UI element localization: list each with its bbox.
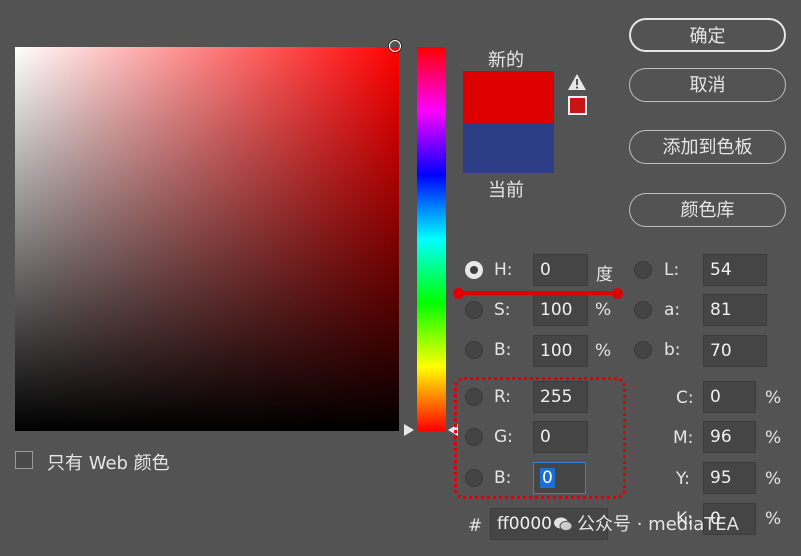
magenta-label: M:: [673, 428, 694, 448]
magenta-unit: %: [765, 428, 782, 448]
saturation-unit: %: [595, 300, 612, 320]
add-to-swatches-button[interactable]: 添加到色板: [629, 130, 786, 164]
color-libraries-button[interactable]: 颜色库: [629, 193, 786, 227]
wechat-icon: [554, 517, 573, 532]
brightness-unit: %: [595, 341, 612, 361]
hue-slider-left-arrow-icon[interactable]: [404, 424, 414, 436]
lab-a-input[interactable]: 81: [703, 294, 767, 326]
gamut-warning-icon[interactable]: [567, 73, 587, 91]
new-color-label: 新的: [488, 50, 524, 71]
yellow-input[interactable]: 95: [703, 462, 756, 494]
lab-b-radio[interactable]: [634, 341, 652, 359]
gamut-corrected-swatch[interactable]: [568, 96, 587, 115]
lab-a-radio[interactable]: [634, 301, 652, 319]
cyan-unit: %: [765, 388, 782, 408]
watermark-text: 公众号 · mediaTEA: [577, 514, 739, 535]
yellow-unit: %: [765, 469, 782, 489]
hex-label: #: [468, 516, 483, 536]
highlight-line-end-dot: [612, 288, 623, 299]
web-only-label: 只有 Web 颜色: [47, 453, 170, 474]
lab-l-radio[interactable]: [634, 261, 652, 279]
yellow-label: Y:: [676, 469, 690, 489]
hue-unit: 度: [596, 265, 613, 285]
lab-l-label: L:: [664, 260, 680, 280]
saturation-brightness-field[interactable]: [15, 47, 399, 431]
saturation-label: S:: [494, 300, 511, 320]
hue-label: H:: [494, 260, 513, 280]
hue-input[interactable]: 0: [533, 254, 588, 286]
cyan-label: C:: [676, 388, 694, 408]
cancel-button[interactable]: 取消: [629, 68, 786, 102]
highlight-line-start-dot: [453, 288, 464, 299]
brightness-label: B:: [494, 340, 512, 360]
lab-b-input[interactable]: 70: [703, 335, 767, 367]
color-picker-marker[interactable]: [389, 40, 401, 52]
new-color-swatch: [463, 71, 554, 123]
brightness-input[interactable]: 100: [533, 335, 588, 367]
brightness-radio[interactable]: [465, 341, 483, 359]
hsb-highlight-line: [457, 291, 620, 295]
ok-button[interactable]: 确定: [629, 18, 786, 52]
web-only-checkbox[interactable]: [15, 451, 33, 469]
magenta-input[interactable]: 96: [703, 421, 756, 453]
lab-a-label: a:: [664, 300, 681, 320]
lab-l-input[interactable]: 54: [703, 254, 767, 286]
hue-slider[interactable]: [417, 47, 446, 431]
saturation-input[interactable]: 100: [533, 294, 588, 326]
saturation-radio[interactable]: [465, 301, 483, 319]
current-color-swatch[interactable]: [463, 123, 554, 173]
lab-b-label: b:: [664, 340, 681, 360]
current-color-label: 当前: [488, 180, 524, 201]
black-unit: %: [765, 509, 782, 529]
cyan-input[interactable]: 0: [703, 381, 756, 413]
hue-radio[interactable]: [465, 261, 483, 279]
watermark: 公众号 · mediaTEA: [553, 510, 739, 536]
rgb-highlight-box: [454, 377, 626, 499]
